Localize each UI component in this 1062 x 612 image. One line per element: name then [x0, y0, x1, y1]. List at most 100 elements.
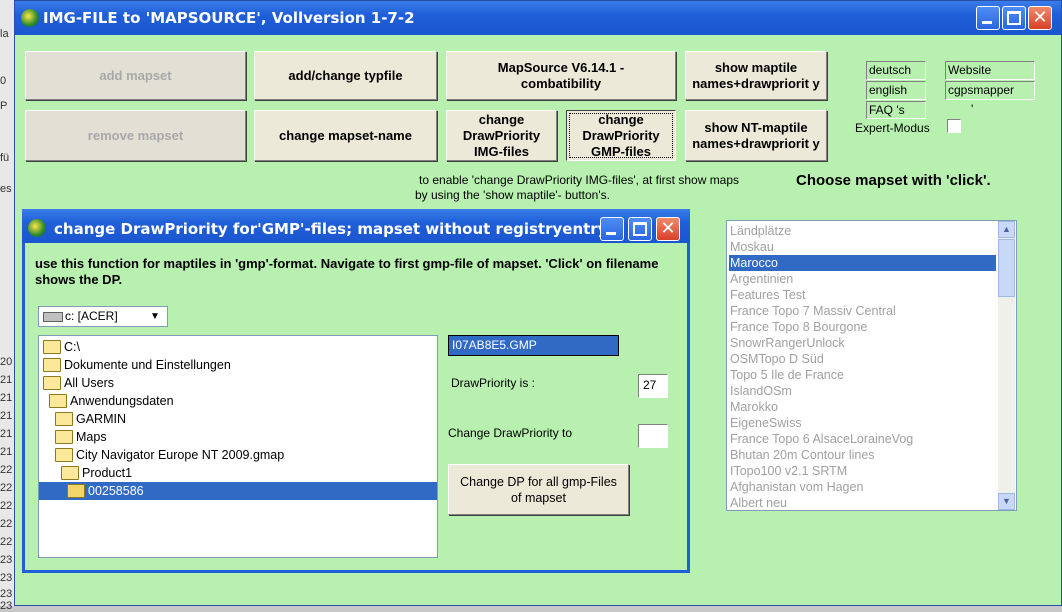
tree-node-label: Maps: [76, 430, 107, 444]
tree-node[interactable]: GARMIN: [55, 410, 126, 428]
tree-node-label: City Navigator Europe NT 2009.gmap: [76, 448, 285, 462]
mapset-list-item[interactable]: Afghanistan vom Hagen: [729, 479, 996, 495]
tree-node[interactable]: Anwendungsdaten: [49, 392, 174, 410]
background-text-fragment: 0: [0, 75, 7, 87]
maximize-button[interactable]: [1002, 6, 1026, 30]
scroll-down-icon[interactable]: ▼: [998, 493, 1015, 510]
close-icon: ✕: [1032, 7, 1048, 28]
dialog-title: change DrawPriority for'GMP'-files; maps…: [54, 220, 608, 238]
mapset-list-item[interactable]: Features Test: [729, 287, 996, 303]
mapset-list-item[interactable]: Argentinien: [729, 271, 996, 287]
mapset-list-item[interactable]: OSMTopo D Süd: [729, 351, 996, 367]
background-text-fragment: 23: [0, 600, 13, 612]
background-text-fragment: 23: [0, 554, 13, 566]
background-text-fragment: 21: [0, 374, 13, 386]
mapset-list-item[interactable]: ITopo100 v2.1 SRTM: [729, 463, 996, 479]
folder-icon: [55, 448, 73, 462]
mapset-list-item[interactable]: SnowrRangerUnlock: [729, 335, 996, 351]
tree-node-label: Anwendungsdaten: [70, 394, 174, 408]
mapset-list-item[interactable]: Bhutan 20m Contour lines: [729, 447, 996, 463]
tree-node[interactable]: C:\: [43, 338, 80, 356]
background-text-fragment: 21: [0, 428, 13, 440]
maximize-icon: [1007, 11, 1021, 25]
dialog-body: use this function for maptiles in 'gmp'-…: [25, 243, 687, 570]
chevron-down-icon[interactable]: ▼: [144, 308, 166, 326]
folder-icon: [49, 394, 67, 408]
english-link[interactable]: english: [866, 81, 926, 100]
close-icon: ✕: [660, 218, 676, 239]
mapsource-compat-button[interactable]: MapSource V6.14.1 -combatibility: [446, 51, 676, 100]
change-dp-input[interactable]: [638, 424, 668, 448]
folder-icon: [67, 484, 85, 498]
change-dp-img-button[interactable]: change DrawPriority IMG-files: [446, 110, 557, 161]
close-button[interactable]: ✕: [1028, 6, 1052, 30]
mapset-list-item[interactable]: Moskau: [729, 239, 996, 255]
folder-tree[interactable]: C:\ Dokumente und Einstellungen All Users A…: [38, 335, 438, 558]
change-dp-all-button[interactable]: Change DP for all gmp-Files of mapset: [448, 464, 629, 515]
minimize-button[interactable]: [976, 6, 1000, 30]
folder-icon: [43, 376, 61, 390]
add-mapset-button[interactable]: add mapset: [25, 51, 246, 100]
show-nt-maptile-names-button[interactable]: show NT-maptile names+drawpriorit y: [685, 110, 827, 161]
tree-node[interactable]: Product1: [61, 464, 132, 482]
drive-icon: [43, 312, 63, 322]
change-dp-label: Change DrawPriority to: [448, 426, 573, 440]
dialog-description: use this function for maptiles in 'gmp'-…: [35, 256, 659, 287]
tree-node[interactable]: City Navigator Europe NT 2009.gmap: [55, 446, 284, 464]
mapset-list-item[interactable]: Marokko: [729, 399, 996, 415]
mapset-list-item[interactable]: IslandOSm: [729, 383, 996, 399]
tree-node-label: Dokumente und Einstellungen: [64, 358, 231, 372]
mapset-list-item[interactable]: Albert neu: [729, 495, 996, 511]
dialog-maximize-button[interactable]: [628, 217, 652, 241]
scroll-up-icon[interactable]: ▲: [998, 221, 1015, 238]
expert-mode-label: Expert-Modus: [855, 121, 930, 135]
dp-value-field[interactable]: 27: [638, 374, 668, 398]
change-dp-gmp-button[interactable]: change DrawPriority GMP-files: [566, 110, 676, 161]
tree-node-label: GARMIN: [76, 412, 126, 426]
website-link[interactable]: Website: [945, 61, 1035, 80]
mapset-list-item[interactable]: France Topo 7 Massiv Central: [729, 303, 996, 319]
expert-mode-checkbox[interactable]: [947, 119, 961, 133]
mapset-list-item[interactable]: France Topo 6 AlsaceLoraineVog: [729, 431, 996, 447]
show-maptile-names-button[interactable]: show maptile names+drawpriorit y: [685, 51, 827, 100]
change-mapset-name-button[interactable]: change mapset-name: [254, 110, 437, 161]
background-text-fragment: 22: [0, 500, 13, 512]
maximize-icon: [633, 222, 647, 236]
dialog-titlebar[interactable]: change DrawPriority for'GMP'-files; maps…: [22, 209, 690, 243]
choose-mapset-heading: Choose mapset with 'click'.: [796, 172, 991, 189]
background-text-fragment: es: [0, 183, 12, 195]
mapset-list-item[interactable]: France Topo 8 Bourgone: [729, 319, 996, 335]
folder-icon: [43, 340, 61, 354]
folder-icon: [55, 412, 73, 426]
scroll-thumb[interactable]: [998, 239, 1015, 297]
mapset-list-scrollbar[interactable]: ▲ ▼: [998, 221, 1015, 510]
main-titlebar[interactable]: IMG-FILE to 'MAPSOURCE', Vollversion 1-7…: [15, 1, 1061, 35]
tree-node[interactable]: 00258586: [39, 482, 437, 500]
drive-select[interactable]: c: [ACER] ▼: [38, 306, 168, 327]
mapset-list-item[interactable]: EigeneSwiss: [729, 415, 996, 431]
tree-node[interactable]: Dokumente und Einstellungen: [43, 356, 231, 374]
dialog-close-button[interactable]: ✕: [656, 217, 680, 241]
background-text-fragment: 22: [0, 482, 13, 494]
tree-node-label: Product1: [82, 466, 133, 480]
tree-node-label: 00258586: [88, 484, 144, 498]
dialog-minimize-button[interactable]: [600, 217, 624, 241]
mapset-list-item[interactable]: Topo 5 Ile de France: [729, 367, 996, 383]
remove-mapset-button[interactable]: remove mapset: [25, 110, 246, 161]
background-text-fragment: la: [0, 28, 9, 40]
add-change-typfile-button[interactable]: add/change typfile: [254, 51, 437, 100]
background-text-fragment: 21: [0, 410, 13, 422]
gmp-file-list-item[interactable]: I07AB8E5.GMP: [448, 335, 619, 356]
faq-link[interactable]: FAQ 's: [866, 101, 926, 119]
background-text-fragment: fü: [0, 152, 10, 164]
hint-line-1: to enable 'change DrawPriority IMG-files…: [419, 173, 740, 187]
tree-node[interactable]: All Users: [43, 374, 114, 392]
mapset-list-item[interactable]: Ländplätze: [729, 223, 996, 239]
mapset-list[interactable]: Ländplätze Moskau Marocco Argentinien Featur…: [726, 220, 1017, 511]
deutsch-link[interactable]: deutsch: [866, 61, 926, 80]
folder-icon: [43, 358, 61, 372]
background-text-fragment: P: [0, 100, 8, 112]
cgpsmapper-link[interactable]: cgpsmapper: [945, 81, 1035, 100]
mapset-list-item[interactable]: Marocco: [729, 255, 996, 271]
tree-node[interactable]: Maps: [55, 428, 107, 446]
